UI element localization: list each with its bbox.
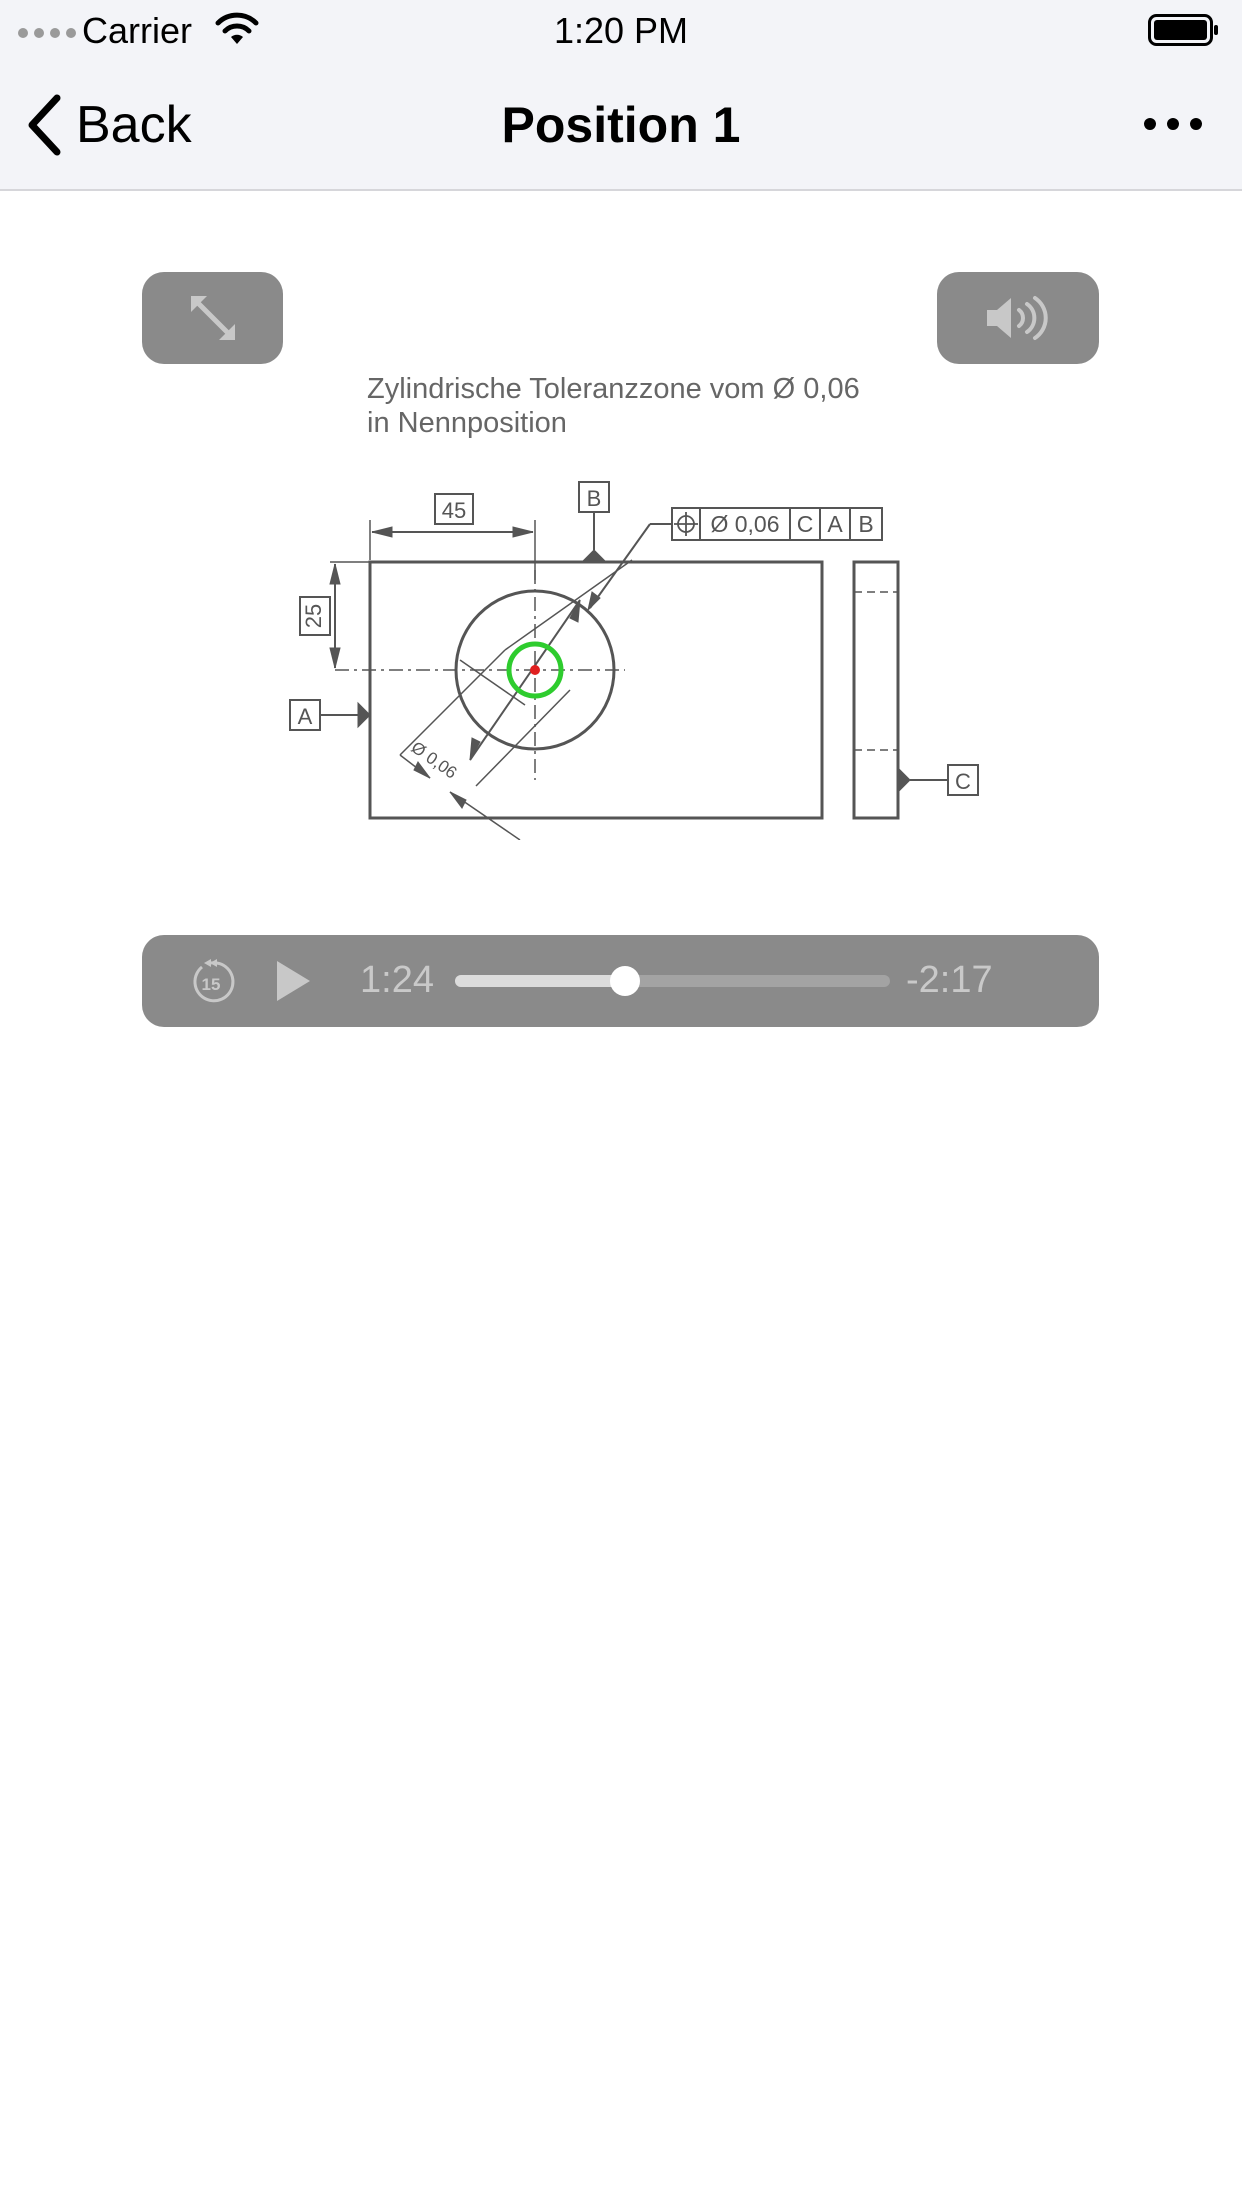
elapsed-time: 1:24	[360, 959, 434, 1001]
navigation-bar: Back Position 1	[0, 60, 1242, 191]
skip-back-button[interactable]: 15	[186, 957, 236, 1012]
tolerance-value: Ø 0,06	[710, 511, 779, 537]
frame-ref-a: A	[827, 511, 843, 537]
top-bar: Carrier 1:20 PM Back Position 1	[0, 0, 1242, 191]
frame-ref-c: C	[797, 511, 814, 537]
play-icon	[277, 961, 310, 1001]
progress-fill	[455, 975, 625, 987]
datum-c-label: C	[955, 769, 971, 794]
more-dot-icon	[1144, 118, 1156, 130]
audio-player: 15 1:24 -2:17	[142, 935, 1099, 1027]
datum-b-label: B	[587, 486, 602, 511]
page-title: Position 1	[501, 97, 741, 153]
expand-arrows-icon	[190, 296, 235, 340]
dimension-45: 45	[442, 498, 466, 523]
skip-back-15-icon: 15	[193, 959, 235, 1003]
plate-side-view	[852, 560, 900, 820]
status-time: 1:20 PM	[553, 10, 689, 51]
progress-slider[interactable]	[455, 966, 890, 996]
dimension-25: 25	[301, 604, 326, 628]
more-dot-icon	[1167, 118, 1179, 130]
battery-icon	[1148, 14, 1220, 55]
progress-thumb[interactable]	[609, 966, 640, 996]
frame-ref-b: B	[858, 511, 873, 537]
center-point	[530, 665, 540, 675]
remaining-time: -2:17	[906, 959, 993, 1001]
technical-drawing: 45 25 A B C Ø 0,06 C A B Ø 0,06	[289, 481, 979, 840]
more-options-button[interactable]	[1144, 118, 1202, 130]
fullscreen-button[interactable]	[142, 272, 283, 364]
more-dot-icon	[1190, 118, 1202, 130]
svg-text:15: 15	[202, 975, 221, 994]
play-button[interactable]	[273, 959, 313, 1008]
sound-button[interactable]	[937, 272, 1099, 364]
status-bar: Carrier 1:20 PM	[0, 0, 1242, 60]
speaker-icon	[987, 296, 1048, 340]
datum-a-label: A	[298, 704, 313, 729]
